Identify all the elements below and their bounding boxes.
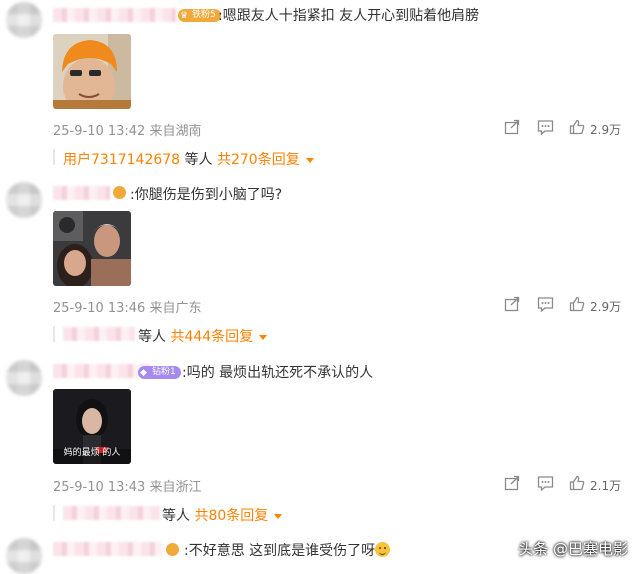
- fan-badge: ◆ 钻粉1: [138, 366, 181, 379]
- photo-man-orange-hat: [53, 34, 131, 109]
- like-count: 2.9万: [590, 300, 622, 314]
- share-icon[interactable]: [504, 296, 520, 312]
- comment-image[interactable]: 妈的最烦 的人: [53, 389, 131, 464]
- like-icon[interactable]: [569, 475, 585, 491]
- reply-divider: [53, 505, 55, 521]
- reply-count-link[interactable]: 共270条回复: [217, 152, 300, 168]
- like-icon[interactable]: [569, 119, 585, 135]
- reply-divider: [53, 326, 55, 342]
- reply-summary[interactable]: 等人 共80条回复: [162, 505, 283, 525]
- reply-count-link[interactable]: 共80条回复: [194, 508, 268, 524]
- caret-down-icon[interactable]: [274, 513, 283, 519]
- share-icon[interactable]: [504, 119, 520, 135]
- reply-user-blurred[interactable]: [63, 327, 135, 341]
- like-icon[interactable]: [569, 296, 585, 312]
- image-caption: 妈的最烦 的人: [63, 448, 121, 458]
- reply-user-blurred[interactable]: [63, 506, 160, 520]
- comment-meta: 25-9-10 13:42 来自湖南: [53, 124, 202, 139]
- comment-icon[interactable]: [537, 119, 554, 135]
- comment-text: :不好意思 这到底是谁受伤了呀: [184, 540, 391, 560]
- like-count: 2.9万: [590, 123, 622, 137]
- comment-text: :吗的 最烦出轨还死不承认的人: [182, 365, 374, 381]
- username-blurred[interactable]: [53, 186, 110, 200]
- reply-summary[interactable]: 等人 共444条回复: [138, 326, 268, 346]
- caret-down-icon[interactable]: [305, 157, 314, 163]
- username-blurred[interactable]: [53, 542, 163, 556]
- fan-badge: ♛ 铁粉5: [178, 9, 221, 22]
- share-icon[interactable]: [504, 475, 520, 491]
- comment-icon[interactable]: [537, 296, 554, 312]
- comment-meta: 25-9-10 13:46 来自广东: [53, 301, 202, 316]
- avatar[interactable]: [6, 360, 42, 396]
- reply-summary[interactable]: 用户7317142678 等人 共270条回复: [63, 149, 314, 169]
- avatar[interactable]: [6, 2, 42, 38]
- comment-text: :你腿伤是伤到小脑了吗?: [130, 187, 283, 203]
- username-blurred[interactable]: [53, 364, 150, 378]
- caret-down-icon[interactable]: [259, 334, 268, 340]
- reply-user-link[interactable]: 用户7317142678: [63, 152, 180, 168]
- reply-others-label: 等人: [162, 508, 195, 524]
- avatar[interactable]: [6, 182, 42, 218]
- comment-icon[interactable]: [537, 475, 554, 491]
- crown-icon: ♛: [180, 11, 189, 21]
- photo-couple: [53, 211, 131, 286]
- vip-icon: [113, 186, 126, 199]
- username-blurred[interactable]: [53, 8, 176, 22]
- diamond-icon: ◆: [140, 368, 147, 378]
- reply-others-label: 等人: [138, 329, 171, 345]
- comment-image[interactable]: [53, 34, 131, 109]
- comment-image[interactable]: [53, 211, 131, 286]
- vip-icon: [166, 543, 179, 556]
- watermark: 头条 @巴塞电影: [518, 540, 628, 558]
- reply-count-link[interactable]: 共444条回复: [170, 329, 253, 345]
- comment-text: :嗯跟友人十指紧扣 友人开心到贴着他肩膀: [218, 8, 480, 24]
- reply-divider: [53, 149, 55, 165]
- comment-meta: 25-9-10 13:43 来自浙江: [53, 480, 202, 495]
- like-count: 2.1万: [590, 479, 622, 493]
- avatar[interactable]: [6, 538, 42, 574]
- smile-emoji-icon: [375, 542, 391, 557]
- reply-others-label: 等人: [180, 152, 217, 168]
